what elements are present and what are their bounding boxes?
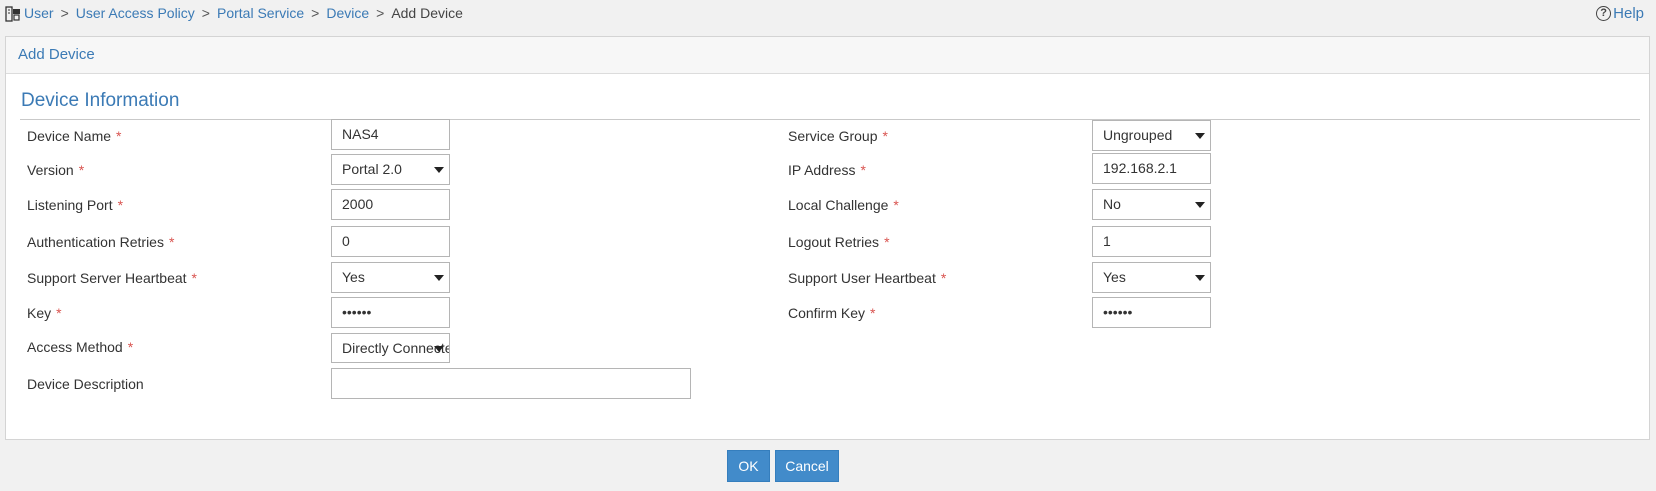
panel-title: Add Device (18, 46, 95, 63)
chevron-down-icon (434, 275, 444, 281)
version-select[interactable]: Portal 2.0 (331, 154, 450, 185)
breadcrumb-current: Add Device (391, 5, 463, 21)
user-access-icon (5, 6, 20, 22)
user-heartbeat-label: Support User Heartbeat * (788, 270, 947, 286)
logout-retries-label: Logout Retries * (788, 234, 890, 250)
listening-port-input[interactable]: 2000 (331, 189, 450, 220)
cancel-button[interactable]: Cancel (775, 450, 839, 482)
ok-button[interactable]: OK (727, 450, 770, 482)
chevron-down-icon (1195, 133, 1205, 139)
device-name-label: Device Name * (27, 128, 122, 144)
add-device-panel: Add Device Device Information Device Nam… (5, 36, 1650, 440)
key-password-input[interactable]: •••••• (331, 297, 450, 328)
section-title: Device Information (21, 90, 180, 111)
breadcrumb-separator: > (60, 5, 69, 21)
local-challenge-select[interactable]: No (1092, 189, 1211, 220)
chevron-down-icon (434, 346, 444, 352)
device-description-label: Device Description (27, 376, 144, 392)
service-group-label: Service Group * (788, 128, 888, 144)
breadcrumb-separator: > (376, 5, 385, 21)
panel-header: Add Device (6, 37, 1649, 74)
key-label: Key * (27, 305, 62, 321)
access-method-select[interactable]: Directly Connected (331, 333, 450, 363)
top-bar: User > User Access Policy > Portal Service > D… (0, 0, 1656, 30)
breadcrumb-portal-service[interactable]: Portal Service (217, 5, 304, 21)
server-heartbeat-select[interactable]: Yes (331, 262, 450, 293)
user-heartbeat-select[interactable]: Yes (1092, 262, 1211, 293)
device-name-input[interactable]: NAS4 (331, 119, 450, 150)
device-description-input[interactable] (331, 368, 691, 399)
breadcrumb-user-access-policy[interactable]: User Access Policy (76, 5, 195, 21)
local-challenge-label: Local Challenge * (788, 197, 899, 213)
confirm-key-label: Confirm Key * (788, 305, 876, 321)
breadcrumb-user[interactable]: User (24, 5, 54, 21)
ip-address-input[interactable]: 192.168.2.1 (1092, 153, 1211, 184)
breadcrumb: User > User Access Policy > Portal Service > D… (24, 5, 463, 21)
authentication-retries-label: Authentication Retries * (27, 234, 175, 250)
help-label: Help (1613, 5, 1644, 22)
breadcrumb-separator: > (201, 5, 210, 21)
breadcrumb-separator: > (311, 5, 320, 21)
ip-address-label: IP Address * (788, 162, 866, 178)
chevron-down-icon (1195, 202, 1205, 208)
chevron-down-icon (1195, 275, 1205, 281)
question-icon: ? (1596, 6, 1612, 21)
breadcrumb-device[interactable]: Device (326, 5, 369, 21)
access-method-label: Access Method * (27, 339, 134, 355)
version-label: Version * (27, 162, 85, 178)
authentication-retries-input[interactable]: 0 (331, 226, 450, 257)
chevron-down-icon (434, 167, 444, 173)
help-link[interactable]: ? Help (1596, 5, 1644, 22)
confirm-key-password-input[interactable]: •••••• (1092, 297, 1211, 328)
service-group-select[interactable]: Ungrouped (1092, 120, 1211, 151)
section-divider (20, 119, 1640, 120)
logout-retries-input[interactable]: 1 (1092, 226, 1211, 257)
listening-port-label: Listening Port * (27, 197, 124, 213)
server-heartbeat-label: Support Server Heartbeat * (27, 270, 197, 286)
